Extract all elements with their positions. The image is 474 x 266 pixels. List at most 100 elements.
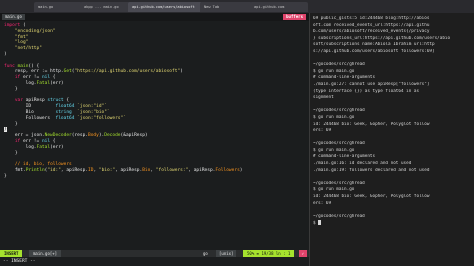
terminal-pane[interactable]: 69 public_gists:5 id:244468 blog:http://… — [310, 13, 474, 266]
code-token: float64 — [55, 115, 75, 121]
browser-tab[interactable]: api.github.com — [250, 2, 308, 12]
code-token: (resp. — [71, 133, 88, 139]
terminal-line: $ go run main.go — [313, 68, 355, 74]
code-token: Fatal — [36, 144, 51, 150]
code-token: "followers:" — [155, 167, 189, 173]
terminal-line: id: 244468 bio: Geek, Gopher, Polyglot f… — [313, 121, 430, 127]
terminal-cursor — [318, 220, 322, 226]
code-token: log. — [4, 144, 37, 150]
code-token: // id, bio, followers — [14, 162, 72, 168]
terminal-line: ~/gocodes/src/ghread — [313, 213, 365, 219]
terminal-line: id: 244468 bio: Geek, Gopher, Polyglot f… — [313, 194, 430, 200]
code-token: "fmt" — [14, 34, 29, 40]
code-token: struct — [47, 98, 64, 104]
code-token: "log" — [14, 40, 29, 46]
code-token: resp, err := http. — [4, 69, 64, 75]
code-token: Bio — [4, 109, 56, 115]
browser-tab-label: api.github.com — [254, 5, 285, 9]
code-token: err != — [20, 75, 42, 81]
code-token: Decode — [104, 133, 121, 139]
code-token: import — [4, 23, 21, 28]
terminal-line: # command-line-arguments — [313, 75, 376, 81]
code-token: fmt. — [4, 167, 26, 173]
browser-tab[interactable]: main.go — [34, 2, 82, 12]
code-token: } — [4, 150, 18, 156]
code-token: ) — [4, 51, 7, 57]
code-token: } — [4, 121, 18, 127]
code-token: } — [4, 127, 7, 133]
code-token: Println — [25, 167, 45, 173]
terminal-line: # command-line-arguments — [313, 154, 376, 160]
browser-tab-label: New Tab — [204, 5, 220, 9]
code-token: "id:" — [47, 167, 61, 173]
code-token: { — [50, 75, 56, 81]
browser-tab[interactable]: New Tab — [200, 2, 252, 12]
terminal-line: $ go run main.go — [313, 187, 355, 193]
code-token: , apiResp. — [188, 167, 216, 173]
code-token: Followers — [4, 115, 56, 121]
code-token: err != — [20, 138, 42, 144]
browser-tab-bar: main.go akpp ... main.go api.github.com/us… — [0, 0, 474, 19]
terminal-line: (type interface {}) as type float64 in a… — [313, 88, 420, 94]
code-token: string — [55, 109, 72, 115]
code-token: (err) — [50, 144, 64, 150]
terminal-line: 69 public_gists:5 id:244468 blog:http://… — [313, 16, 430, 21]
terminal-line: $ go run main.go — [313, 114, 355, 120]
buffer-name[interactable]: main.go — [2, 14, 25, 20]
terminal-line: $ — [313, 220, 472, 227]
code-line[interactable]: } — [4, 174, 307, 180]
code-token: main — [17, 63, 29, 69]
code-area[interactable]: import ( "encoding/json" "fmt" "log" "ne… — [4, 23, 307, 180]
terminal-line: } subscriptions_url:https://api.github.c… — [313, 35, 451, 41]
terminal-line: oft.com received_events_url:https://api.… — [313, 22, 430, 28]
terminal-line: ~/gocodes/src/ghread — [313, 62, 365, 68]
terminal-line: soft/subscriptions name:Abiola Ibrahim u… — [313, 42, 435, 48]
code-token: Followers — [215, 167, 240, 173]
code-token: ( — [20, 23, 26, 28]
code-token: NewDecoder — [44, 133, 72, 139]
browser-tab[interactable]: api.github.com/users/abiosoft — [128, 2, 202, 12]
code-token: err = json. — [4, 133, 45, 139]
code-token: { — [50, 138, 56, 144]
terminal-line: ~/gocodes/src/ghread — [313, 141, 365, 147]
code-token: ) — [239, 167, 243, 173]
browser-tab-label: main.go — [38, 5, 54, 9]
code-token: () { — [28, 63, 40, 69]
vim-command-line[interactable]: -- INSERT -- — [0, 258, 309, 266]
terminal-output[interactable]: 69 public_gists:5 id:244468 blog:http://… — [313, 16, 472, 227]
browser-tab[interactable]: akpp ... main.go — [80, 2, 130, 12]
buffers-label: buffers — [283, 14, 306, 20]
code-token: var — [14, 98, 23, 104]
status-encoding: [unix] — [216, 250, 237, 257]
vim-editor-pane[interactable]: main.go buffers import ( "encoding/json"… — [0, 13, 309, 266]
code-token: log. — [4, 80, 37, 86]
code-token: , apiResp. — [60, 167, 89, 173]
terminal-line: $ go run main.go — [313, 147, 355, 153]
status-check-icon: ✓ — [298, 250, 307, 257]
code-token: { — [63, 98, 70, 104]
vim-statusline: INSERT main.go[+] go [unix] 50% ≡ 19/38 … — [0, 250, 309, 257]
code-token: } — [4, 173, 7, 179]
code-token: `json:"id"` — [77, 104, 107, 110]
code-token: , apiResp. — [115, 167, 143, 173]
code-token: "https://api.github.com/users/abiosoft" — [74, 69, 181, 75]
status-filename: main.go[+] — [29, 250, 62, 257]
code-token: "net/http" — [14, 46, 42, 52]
terminal-line: ~/gocodes/src/ghread — [313, 108, 365, 114]
browser-tab-label: api.github.com/users/abiosoft — [132, 5, 195, 9]
browser-tab-label: akpp ... main.go — [84, 5, 119, 9]
vim-tabline: main.go buffers — [0, 13, 309, 21]
code-token: Body — [88, 133, 99, 139]
code-token: Get — [63, 69, 72, 75]
